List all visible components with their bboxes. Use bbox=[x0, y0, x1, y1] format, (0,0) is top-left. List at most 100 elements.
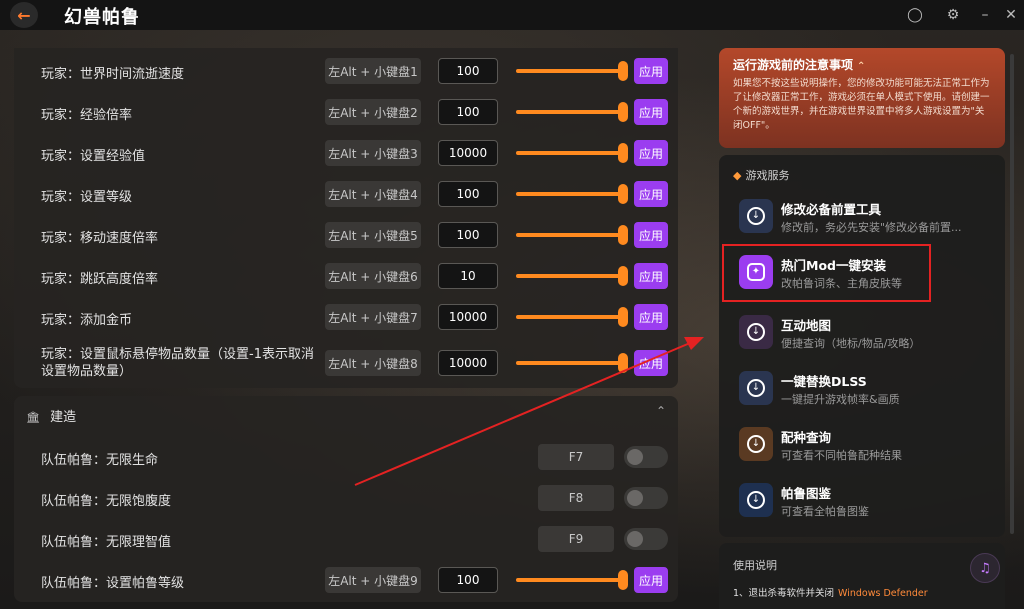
table-row: 队伍帕鲁：无限理智值 F9 bbox=[14, 522, 678, 558]
settings-icon[interactable]: ⚙ bbox=[944, 6, 962, 24]
value-slider[interactable] bbox=[516, 361, 628, 365]
services-title: ◆ 游戏服务 bbox=[733, 167, 789, 183]
row-label: 玩家：经验倍率 bbox=[41, 108, 133, 123]
apply-button[interactable]: 应用 bbox=[634, 263, 668, 289]
value-input[interactable]: 10 bbox=[438, 263, 498, 289]
value-input[interactable]: 100 bbox=[438, 181, 498, 207]
service-item[interactable]: ↓ 一键替换DLSS 一键提升游戏帧率&画质 bbox=[737, 365, 967, 413]
scrollbar[interactable] bbox=[1010, 54, 1014, 534]
slider-handle[interactable] bbox=[618, 307, 628, 327]
table-row: 玩家：设置鼠标悬停物品数量（设置-1表示取消设置物品数量） 左Alt + 小键盘… bbox=[14, 346, 678, 382]
download-icon: ↓ bbox=[739, 427, 773, 461]
row-label: 队伍帕鲁：无限生命 bbox=[41, 453, 159, 468]
toggle-switch[interactable] bbox=[624, 487, 668, 509]
cube-icon: ◆ bbox=[733, 169, 742, 182]
slider-handle[interactable] bbox=[618, 143, 628, 163]
toggle-knob bbox=[627, 531, 643, 547]
apply-button[interactable]: 应用 bbox=[634, 181, 668, 207]
section-title: 建造 bbox=[50, 410, 77, 425]
apply-button[interactable]: 应用 bbox=[634, 567, 668, 593]
app-title: 幻兽帕鲁 bbox=[64, 7, 140, 28]
row-label: 队伍帕鲁：设置帕鲁等级 bbox=[41, 576, 185, 591]
slider-handle[interactable] bbox=[618, 353, 628, 373]
services-title-text: 游戏服务 bbox=[745, 169, 790, 182]
hotkey-badge: 左Alt + 小键盘2 bbox=[325, 99, 421, 125]
value-input[interactable]: 100 bbox=[438, 58, 498, 84]
back-button[interactable]: ← bbox=[10, 2, 38, 28]
service-item[interactable]: ↓ 帕鲁图鉴 可查看全帕鲁图鉴 bbox=[737, 477, 967, 525]
toggle-switch[interactable] bbox=[624, 528, 668, 550]
value-slider[interactable] bbox=[516, 192, 628, 196]
hotkey-badge: F7 bbox=[538, 444, 614, 470]
value-input[interactable]: 10000 bbox=[438, 350, 498, 376]
hotkey-badge: 左Alt + 小键盘8 bbox=[325, 350, 421, 376]
table-row: 玩家：经验倍率 左Alt + 小键盘2 100 应用 bbox=[14, 95, 678, 131]
slider-handle[interactable] bbox=[618, 102, 628, 122]
row-label: 队伍帕鲁：无限饱腹度 bbox=[41, 494, 172, 509]
usage-item: 1、退出杀毒软件并关闭 Windows Defender bbox=[733, 585, 928, 599]
service-item[interactable]: ↓ 修改必备前置工具 修改前，务必先安装"修改必备前置... bbox=[737, 193, 967, 241]
value-input[interactable]: 10000 bbox=[438, 304, 498, 330]
value-slider[interactable] bbox=[516, 315, 628, 319]
row-label: 玩家：设置经验值 bbox=[41, 149, 146, 164]
apply-button[interactable]: 应用 bbox=[634, 304, 668, 330]
headset-icon[interactable]: ♫ bbox=[970, 553, 1000, 583]
service-name: 帕鲁图鉴 bbox=[781, 486, 832, 501]
table-row: 队伍帕鲁：无限生命 F7 bbox=[14, 440, 678, 476]
hotkey-badge: 左Alt + 小键盘9 bbox=[325, 567, 421, 593]
service-desc: 可查看全帕鲁图鉴 bbox=[781, 505, 869, 518]
value-slider[interactable] bbox=[516, 69, 628, 73]
close-icon[interactable]: ✕ bbox=[1002, 6, 1020, 24]
apply-button[interactable]: 应用 bbox=[634, 58, 668, 84]
row-label: 玩家：设置等级 bbox=[41, 190, 133, 205]
slider-handle[interactable] bbox=[618, 61, 628, 81]
title-bar: ← 幻兽帕鲁 ◯ ⚙ – ✕ bbox=[0, 0, 1024, 30]
user-icon[interactable]: ◯ bbox=[906, 6, 924, 24]
apply-button[interactable]: 应用 bbox=[634, 140, 668, 166]
row-label: 玩家：世界时间流逝速度 bbox=[41, 67, 185, 82]
notice-text: 如果您不按这些说明操作，您的修改功能可能无法正常工作为了让修改器正常工作，游戏必… bbox=[733, 78, 990, 131]
slider-handle[interactable] bbox=[618, 570, 628, 590]
slider-handle[interactable] bbox=[618, 266, 628, 286]
highlight-annotation-box bbox=[722, 244, 931, 302]
game-services-panel: ◆ 游戏服务 ↓ 修改必备前置工具 修改前，务必先安装"修改必备前置... ✦ 热… bbox=[719, 155, 1005, 537]
table-row: 队伍帕鲁：设置帕鲁等级 左Alt + 小键盘9 100 应用 bbox=[14, 563, 678, 599]
building-icon: 🏛 bbox=[26, 411, 40, 424]
section-header[interactable]: 🏛 建造 bbox=[26, 406, 76, 425]
value-slider[interactable] bbox=[516, 110, 628, 114]
value-input[interactable]: 100 bbox=[438, 567, 498, 593]
toggle-switch[interactable] bbox=[624, 446, 668, 468]
apply-button[interactable]: 应用 bbox=[634, 99, 668, 125]
row-label: 玩家：移动速度倍率 bbox=[41, 231, 159, 246]
chevron-up-icon[interactable]: ⌃ bbox=[656, 404, 666, 418]
value-slider[interactable] bbox=[516, 151, 628, 155]
table-row: 玩家：移动速度倍率 左Alt + 小键盘5 100 应用 bbox=[14, 218, 678, 254]
value-slider[interactable] bbox=[516, 274, 628, 278]
table-row: 玩家：跳跃高度倍率 左Alt + 小键盘6 10 应用 bbox=[14, 259, 678, 295]
service-item[interactable]: ↓ 互动地图 便捷查询（地标/物品/攻略） bbox=[737, 309, 967, 357]
table-row: 玩家：世界时间流逝速度 左Alt + 小键盘1 100 应用 bbox=[14, 54, 678, 90]
value-input[interactable]: 100 bbox=[438, 222, 498, 248]
download-icon: ↓ bbox=[739, 315, 773, 349]
slider-handle[interactable] bbox=[618, 184, 628, 204]
arrow-left-icon: ← bbox=[17, 5, 31, 25]
apply-button[interactable]: 应用 bbox=[634, 350, 668, 376]
minimize-icon[interactable]: – bbox=[976, 6, 994, 24]
value-input[interactable]: 100 bbox=[438, 99, 498, 125]
hotkey-badge: 左Alt + 小键盘5 bbox=[325, 222, 421, 248]
value-slider[interactable] bbox=[516, 578, 628, 582]
row-label: 玩家：添加金币 bbox=[41, 313, 133, 328]
apply-button[interactable]: 应用 bbox=[634, 222, 668, 248]
toggle-knob bbox=[627, 449, 643, 465]
value-input[interactable]: 10000 bbox=[438, 140, 498, 166]
hotkey-badge: 左Alt + 小键盘6 bbox=[325, 263, 421, 289]
table-row: 玩家：设置经验值 左Alt + 小键盘3 10000 应用 bbox=[14, 136, 678, 172]
service-desc: 可查看不同帕鲁配种结果 bbox=[781, 449, 902, 462]
value-slider[interactable] bbox=[516, 233, 628, 237]
service-item[interactable]: ↓ 配种查询 可查看不同帕鲁配种结果 bbox=[737, 421, 967, 469]
slider-handle[interactable] bbox=[618, 225, 628, 245]
service-name: 互动地图 bbox=[781, 318, 832, 333]
build-section-panel: 🏛 建造 ⌃ 队伍帕鲁：无限生命 F7 队伍帕鲁：无限饱腹度 F8 队伍帕鲁：无… bbox=[14, 396, 678, 602]
hotkey-badge: F9 bbox=[538, 526, 614, 552]
notice-title[interactable]: 运行游戏前的注意事项 ⌃ bbox=[733, 56, 991, 73]
